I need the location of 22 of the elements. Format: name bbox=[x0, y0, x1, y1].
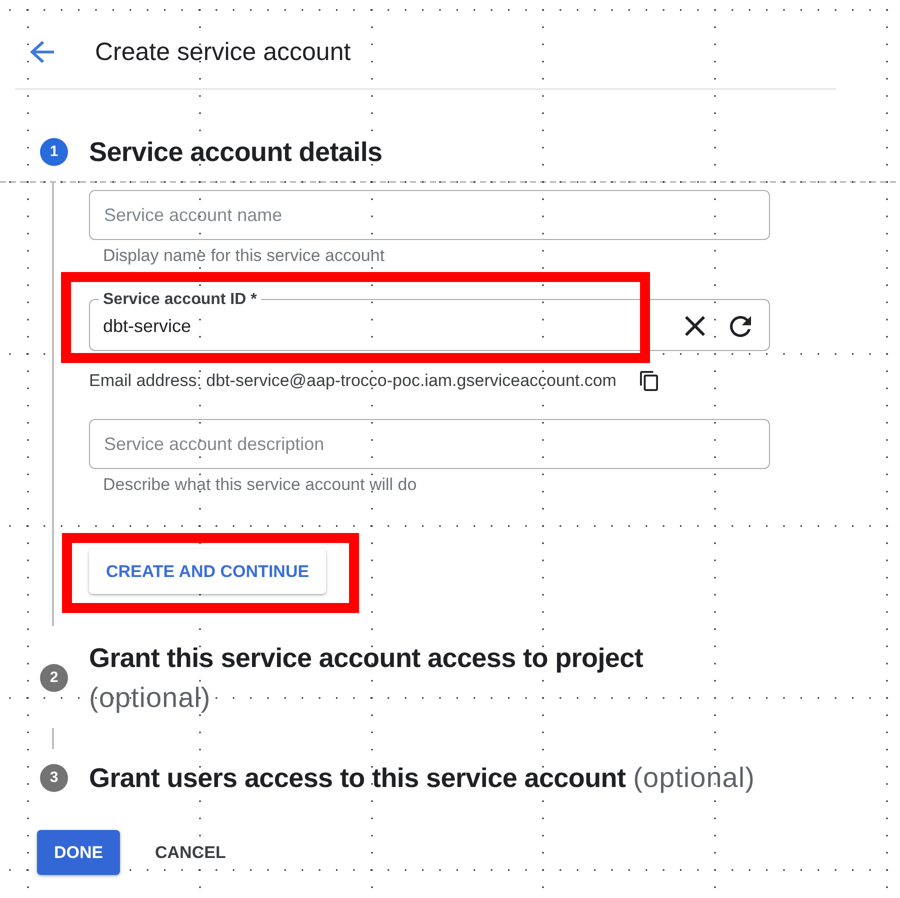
done-button[interactable]: DONE bbox=[37, 830, 120, 875]
create-button[interactable]: CREATE AND CONTINUE bbox=[89, 549, 326, 594]
text-field[interactable]: Service account description bbox=[89, 419, 770, 469]
helper-text: Describe what this service account will do bbox=[103, 475, 417, 495]
email-address-text: Email address: dbt-service@aap-trocco-poc.iam.gserviceaccount.com bbox=[89, 371, 616, 391]
step-title: Grant this service account access to project bbox=[89, 643, 644, 673]
cancel-button[interactable]: CANCEL bbox=[147, 834, 234, 870]
optional-label: (optional) bbox=[633, 762, 755, 793]
refresh-icon[interactable] bbox=[730, 316, 751, 336]
copy-icon[interactable] bbox=[640, 371, 658, 391]
text-field[interactable]: Service account name bbox=[89, 190, 770, 240]
step-number: 2 bbox=[40, 664, 68, 692]
step-number: 3 bbox=[40, 764, 68, 792]
back-arrow-icon[interactable] bbox=[30, 41, 54, 63]
optional-label: (optional) bbox=[89, 682, 211, 713]
id-field[interactable]: Service account ID * dbt-service bbox=[89, 290, 770, 351]
step-title: Service account details bbox=[89, 137, 382, 167]
helper-text: Display name for this service account bbox=[103, 246, 385, 266]
step-number: 1 bbox=[40, 138, 68, 166]
close-icon[interactable] bbox=[685, 316, 705, 336]
step-title: Grant users access to this service account bbox=[89, 763, 626, 793]
page-title: Create service account bbox=[95, 37, 351, 67]
